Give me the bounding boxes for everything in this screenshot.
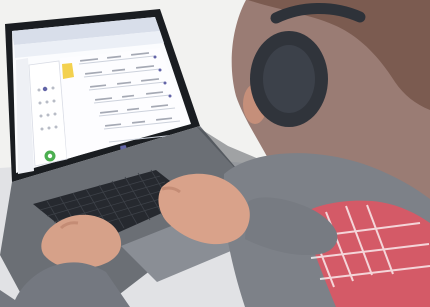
headphone-earpad <box>263 45 315 113</box>
phone-icon <box>47 153 53 159</box>
profile-avatar-icon <box>62 63 74 79</box>
photo-illustration <box>0 0 430 307</box>
photo-scene <box>0 0 430 307</box>
